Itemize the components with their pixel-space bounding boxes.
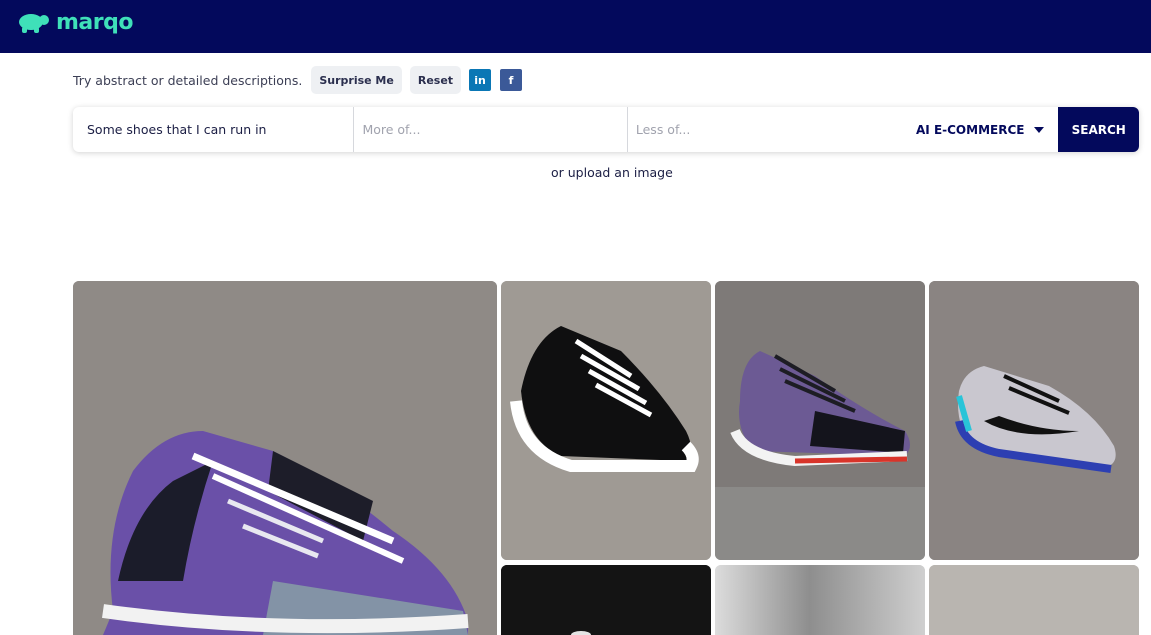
query-input[interactable]: Some shoes that I can run in xyxy=(73,107,353,152)
purple-black-shoe-red-sole-image xyxy=(715,281,925,560)
surprise-me-button[interactable]: Surprise Me xyxy=(311,66,402,94)
result-image-1[interactable] xyxy=(73,281,497,635)
search-button[interactable]: SEARCH xyxy=(1058,107,1139,152)
search-mode-label: AI E-COMMERCE xyxy=(916,122,1025,137)
result-image-3[interactable] xyxy=(715,281,925,560)
hint-row: Try abstract or detailed descriptions. S… xyxy=(73,66,531,94)
white-blue-nike-shoe-image xyxy=(929,281,1139,560)
reset-button[interactable]: Reset xyxy=(409,66,462,94)
result-image-7[interactable] xyxy=(929,565,1139,635)
more-of-input[interactable]: More of... xyxy=(353,107,626,152)
chevron-down-icon xyxy=(1034,126,1045,133)
result-image-6[interactable] xyxy=(715,565,925,635)
search-mode-dropdown[interactable]: AI E-COMMERCE xyxy=(900,107,1058,152)
less-of-input[interactable]: Less of... xyxy=(626,107,900,152)
black-white-sneaker-image xyxy=(501,281,711,560)
hint-text: Try abstract or detailed descriptions. xyxy=(73,72,303,88)
grey-shoe-image xyxy=(929,565,1139,635)
turtle-logo-icon xyxy=(19,13,49,33)
dark-shoe-image xyxy=(501,565,711,635)
purple-black-running-shoe-image xyxy=(73,281,497,635)
search-bar: Some shoes that I can run in More of... … xyxy=(73,107,1139,152)
blurred-shoe-image xyxy=(715,565,925,635)
result-image-4[interactable] xyxy=(929,281,1139,560)
brand-name: marqo xyxy=(56,10,133,35)
result-image-5[interactable] xyxy=(501,565,711,635)
linkedin-icon[interactable]: in xyxy=(469,69,492,91)
marqo-logo[interactable]: marqo xyxy=(16,10,133,35)
top-navbar: marqo xyxy=(0,0,1151,53)
facebook-icon[interactable]: f xyxy=(500,69,523,91)
result-image-2[interactable] xyxy=(501,281,711,560)
upload-image-link[interactable]: or upload an image xyxy=(551,165,673,180)
